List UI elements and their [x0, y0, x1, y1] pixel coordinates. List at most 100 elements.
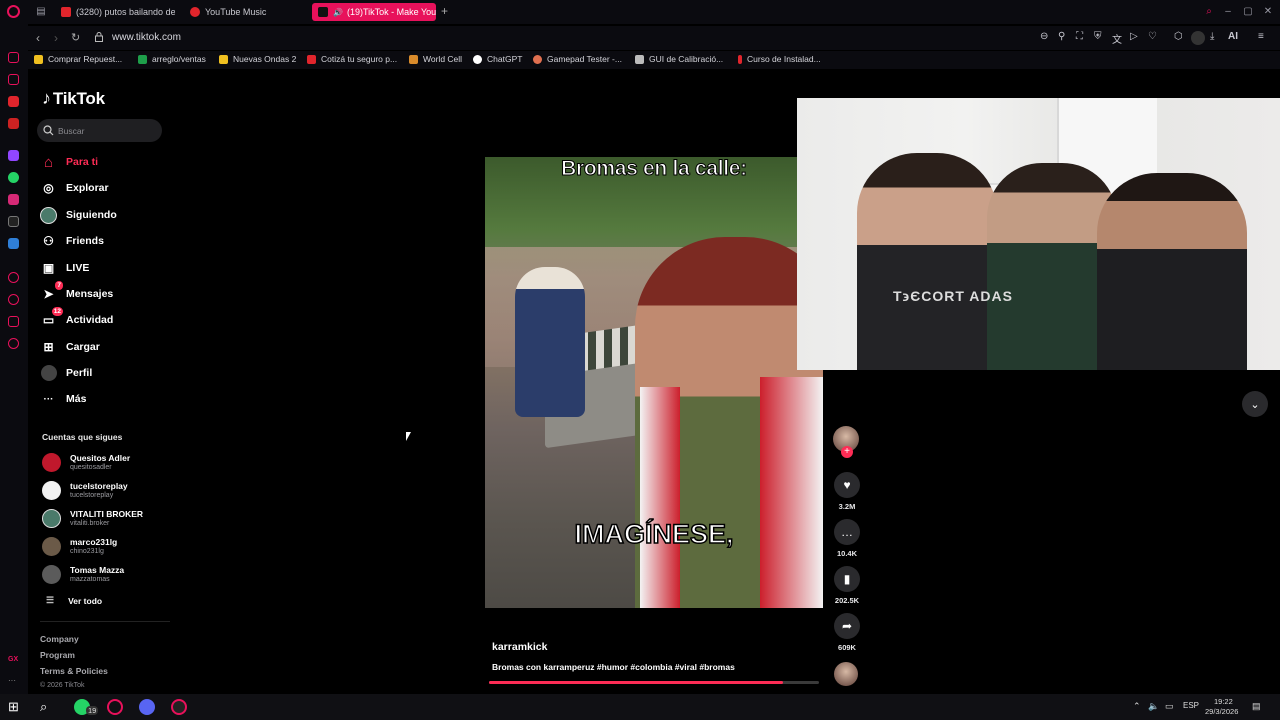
profile-avatar-icon[interactable] — [1191, 31, 1205, 45]
next-video-chevron-down-icon[interactable]: ⌄ — [1242, 391, 1268, 417]
bookmark-item[interactable]: Cotizá tu seguro p... — [307, 54, 397, 64]
following-account[interactable]: Tomas Mazza mazzatomas — [42, 562, 124, 586]
app-icon[interactable] — [171, 699, 187, 715]
network-icon[interactable]: ▭ — [1165, 701, 1174, 712]
video-player[interactable]: Bromas en la calle: IMAGÍNESE, — [485, 157, 823, 608]
settings-gear-icon[interactable] — [8, 338, 19, 349]
twitch-icon[interactable] — [8, 150, 19, 161]
minimize-icon[interactable]: – — [1222, 6, 1234, 18]
tab-youtube-music[interactable]: YouTube Music — [184, 3, 304, 21]
history-icon[interactable] — [8, 294, 19, 305]
search-box[interactable] — [37, 119, 162, 142]
reload-icon[interactable]: ↻ — [71, 31, 80, 44]
notifications-icon[interactable]: ▤ — [1252, 701, 1261, 712]
back-icon[interactable]: ‹ — [36, 31, 40, 45]
tiktok-logo[interactable]: ♪ TikTok — [42, 88, 105, 109]
nav-siguiendo[interactable]: Siguiendo — [40, 205, 117, 225]
nav-actividad[interactable]: ▭ 12 Actividad — [40, 306, 113, 330]
extensions-sidebar-icon[interactable] — [8, 316, 19, 327]
save-action[interactable]: ▮ 202.5K — [833, 566, 861, 605]
zoom-icon[interactable]: ⊖ — [1040, 31, 1048, 42]
extensions-icon[interactable]: ⬡ — [1174, 31, 1183, 42]
footer-link-company[interactable]: Company — [40, 634, 79, 644]
translate-icon[interactable]: 文 — [1112, 31, 1122, 46]
close-window-icon[interactable]: ✕ — [1262, 6, 1274, 18]
nav-mensajes[interactable]: ➤ 7 Mensajes — [40, 280, 113, 304]
aria-icon[interactable] — [8, 52, 19, 63]
bookmark-icon[interactable]: ▮ — [834, 566, 860, 592]
share-arrow-icon[interactable]: ➦ — [834, 613, 860, 639]
player-icon[interactable] — [8, 272, 19, 283]
workspaces-icon[interactable]: ▤ — [35, 6, 47, 18]
language-indicator[interactable]: ESP — [1183, 701, 1199, 710]
clock-time[interactable]: 19:22 — [1214, 697, 1233, 706]
see-all-button[interactable]: ☰ Ver todo — [46, 595, 102, 606]
instagram-icon[interactable] — [8, 194, 19, 205]
url-field[interactable]: www.tiktok.com — [112, 32, 181, 43]
nav-para-ti[interactable]: ⌂ Para ti — [40, 152, 98, 172]
shield-icon[interactable]: ⛨ — [1094, 31, 1102, 42]
download-icon[interactable]: ⤓ — [1210, 31, 1214, 42]
comment-action[interactable]: … 10.4K — [833, 519, 861, 558]
footer-link-terms[interactable]: Terms & Policies — [40, 666, 108, 676]
following-account[interactable]: Quesitos Adler quesitosadler — [42, 450, 130, 474]
video-author[interactable]: karramkick — [492, 641, 547, 653]
tray-chevron-up-icon[interactable]: ⌃ — [1133, 701, 1141, 712]
maximize-icon[interactable]: ▢ — [1242, 6, 1254, 18]
nav-friends[interactable]: ⚇ Friends — [40, 231, 104, 251]
bookmark-item[interactable]: Curso de Instalad... — [738, 54, 821, 64]
music-disc-avatar[interactable] — [834, 662, 858, 686]
gx-icon[interactable]: GX — [8, 656, 19, 667]
comment-icon[interactable]: … — [834, 519, 860, 545]
opera-gx-icon[interactable] — [107, 699, 123, 715]
forward-icon[interactable]: › — [54, 31, 58, 45]
video-progress-bar[interactable] — [489, 681, 819, 684]
nav-mas[interactable]: ··· Más — [40, 389, 87, 409]
youtube-music-icon[interactable] — [8, 96, 19, 107]
footer-link-program[interactable]: Program — [40, 650, 75, 660]
app-icon[interactable] — [8, 238, 19, 249]
clock-date[interactable]: 29/3/2026 — [1205, 707, 1238, 716]
tab-youtube-video[interactable]: (3280) putos bailando de — [55, 3, 175, 21]
nav-explorar[interactable]: ◎ Explorar — [40, 178, 108, 198]
whatsapp-icon[interactable] — [8, 172, 19, 183]
play-icon[interactable]: ▷ — [1130, 31, 1138, 42]
aria-ai-button[interactable]: AI — [1228, 31, 1238, 42]
speaker-icon[interactable]: 🔈 — [1148, 701, 1159, 712]
windows-start-icon[interactable]: ⊞ — [8, 699, 24, 715]
nav-live[interactable]: ▣ LIVE — [40, 258, 90, 278]
easy-setup-icon[interactable]: ≡ — [1258, 31, 1264, 42]
opera-menu-icon[interactable] — [7, 5, 20, 18]
snapshot-icon[interactable]: ⛶ — [1076, 31, 1083, 42]
heart-icon[interactable]: ♥ — [834, 472, 860, 498]
following-account[interactable]: tucelstoreplay tucelstoreplay — [42, 478, 128, 502]
search-icon[interactable]: ⌕ — [40, 699, 56, 715]
x-twitter-icon[interactable] — [8, 216, 19, 227]
nav-label: Para ti — [66, 156, 99, 168]
bookmark-item[interactable]: arreglo/ventas — [138, 54, 206, 64]
bookmark-item[interactable]: Nuevas Ondas 2 — [219, 54, 296, 64]
pin-icon[interactable]: ⚲ — [1058, 31, 1065, 42]
discord-icon[interactable] — [139, 699, 155, 715]
like-action[interactable]: ♥ 3.2M — [833, 472, 861, 511]
crypto-wallet-icon[interactable] — [8, 74, 19, 85]
nav-cargar[interactable]: ⊞ Cargar — [40, 337, 99, 357]
new-tab-button[interactable]: + — [441, 4, 448, 18]
search-tabs-icon[interactable]: ⌕ — [1203, 6, 1215, 18]
speaker-icon[interactable]: 🔊 — [333, 8, 343, 17]
share-action[interactable]: ➦ 609K — [833, 613, 861, 652]
bookmark-item[interactable]: ChatGPT — [473, 54, 522, 64]
nav-perfil[interactable]: Perfil — [40, 363, 92, 383]
bookmark-item[interactable]: World Cell — [409, 54, 462, 64]
following-account[interactable]: VITALITI BROKER vitaliti.broker — [42, 506, 143, 530]
search-input[interactable] — [58, 125, 158, 136]
heart-bookmark-icon[interactable]: ♡ — [1148, 31, 1157, 42]
bookmark-item[interactable]: Gamepad Tester -... — [533, 54, 622, 64]
follow-button[interactable]: + — [841, 446, 853, 458]
music-icon[interactable] — [8, 118, 19, 129]
tab-tiktok[interactable]: 🔊 (19)TikTok - Make You — [312, 3, 436, 21]
bookmark-item[interactable]: GUI de Calibració... — [635, 54, 723, 64]
bookmark-item[interactable]: Comprar Repuest... — [34, 54, 122, 64]
sidebar-more-icon[interactable]: ··· — [8, 676, 19, 687]
following-account[interactable]: marco231lg chino231lg — [42, 534, 117, 558]
